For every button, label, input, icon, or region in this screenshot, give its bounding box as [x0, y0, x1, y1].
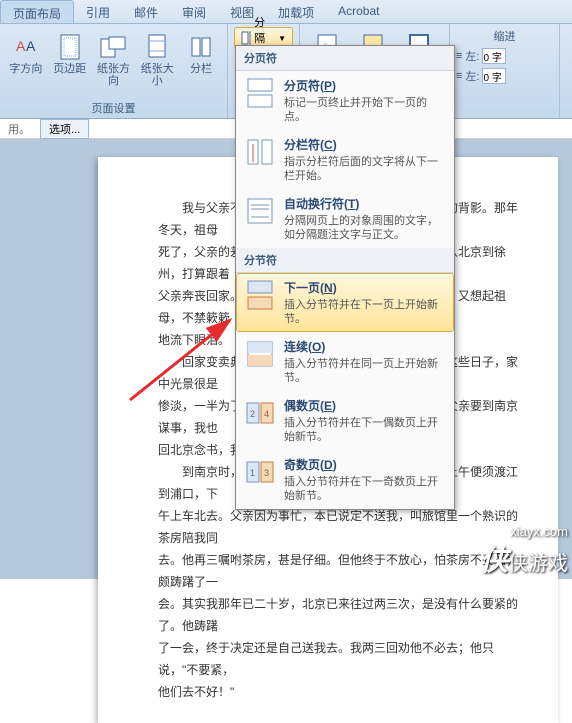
breaks-dropdown: 分页符 分页符(P)标记一页终止并开始下一页的点。 分栏符(C)指示分栏符后面的… [235, 45, 455, 510]
svg-text:2: 2 [250, 409, 255, 419]
indent-left-input[interactable] [482, 48, 506, 64]
options-button[interactable]: 选项... [40, 119, 89, 139]
svg-text:A: A [26, 38, 36, 54]
dd-odd-page[interactable]: 13 奇数页(D)插入分节符并在下一奇数页上开始新节。 [236, 450, 454, 509]
orientation-button[interactable]: 纸张方向 [94, 28, 134, 90]
ribbon-tabs: 页面布局 引用 邮件 审阅 视图 加载项 Acrobat [0, 0, 572, 24]
dropdown-section-page-breaks: 分页符 [236, 46, 454, 71]
tab-acrobat[interactable]: Acrobat [326, 0, 391, 23]
tab-page-layout[interactable]: 页面布局 [0, 0, 74, 23]
dd-page-break[interactable]: 分页符(P)标记一页终止并开始下一页的点。 [236, 71, 454, 130]
svg-text:3: 3 [264, 468, 269, 478]
paper-size-button[interactable]: 纸张大小 [137, 28, 177, 90]
indent-right-icon: ≡ [456, 70, 462, 82]
dd-column-break[interactable]: 分栏符(C)指示分栏符后面的文字将从下一栏开始。 [236, 130, 454, 189]
tab-mail[interactable]: 邮件 [122, 0, 170, 23]
breaks-icon [241, 31, 251, 45]
columns-button[interactable]: 分栏 [181, 28, 221, 90]
dd-text-wrap-break[interactable]: 自动换行符(T)分隔网页上的对象周围的文字，如分隔题注文字与正文。 [236, 189, 454, 248]
chevron-down-icon: ▼ [278, 34, 286, 43]
watermark: xiayx.com 侠侠游戏 [480, 524, 568, 579]
tab-review[interactable]: 审阅 [170, 0, 218, 23]
text-direction-button[interactable]: AA字方向 [6, 28, 46, 90]
indent-left-icon: ≡ [456, 50, 462, 62]
group-label-page-setup: 页面设置 [0, 100, 227, 116]
indent-right-input[interactable] [482, 68, 506, 84]
tab-addins[interactable]: 加载项 [266, 0, 326, 23]
dropdown-section-section-breaks: 分节符 [236, 248, 454, 273]
svg-text:A: A [16, 38, 26, 54]
tab-references[interactable]: 引用 [74, 0, 122, 23]
dd-continuous[interactable]: 连续(O)插入分节符并在同一页上开始新节。 [236, 332, 454, 391]
svg-text:4: 4 [264, 409, 269, 419]
dd-even-page[interactable]: 24 偶数页(E)插入分节符并在下一偶数页上开始新节。 [236, 391, 454, 450]
indent-group-label: 缩进 [456, 28, 553, 44]
margins-button[interactable]: 页边距 [50, 28, 90, 90]
dd-next-page[interactable]: 下一页(N)插入分节符并在下一页上开始新节。 [236, 273, 454, 332]
svg-text:1: 1 [250, 468, 255, 478]
